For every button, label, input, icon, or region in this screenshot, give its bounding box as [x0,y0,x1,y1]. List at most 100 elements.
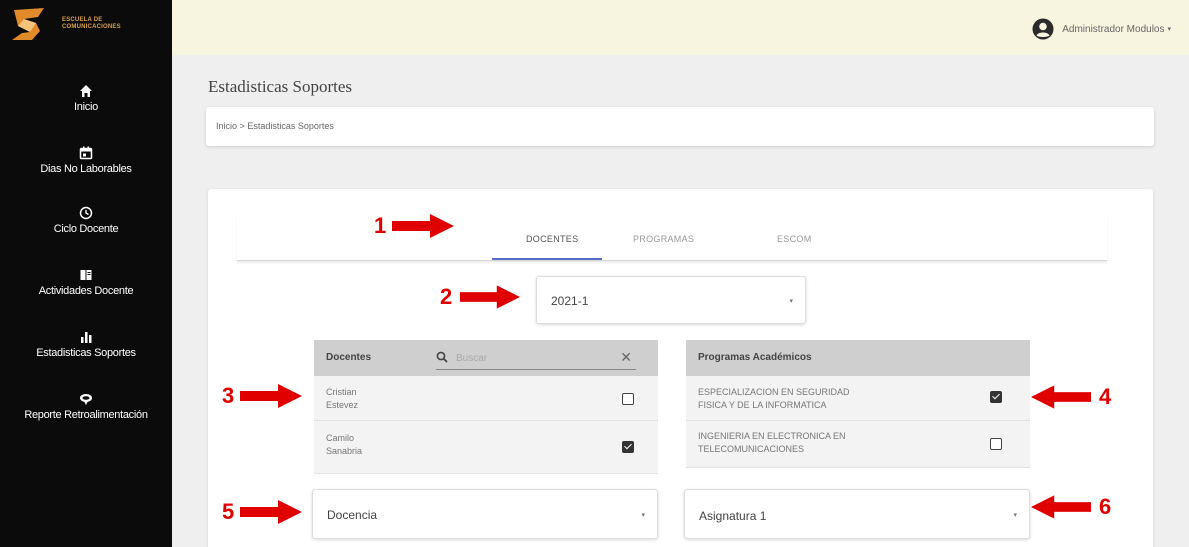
docente-name: Camilo Sanabria [326,432,362,458]
user-name: Administrador Modulos [1062,23,1165,35]
active-tab-indicator [492,258,602,260]
feedback-icon [0,390,172,406]
programa-name: ESPECIALIZACION EN SEGURIDAD FISICA Y DE… [698,386,850,412]
table-row: Camilo Sanabria [314,421,658,474]
subject-select[interactable]: Asignatura 1 ▾ [684,489,1030,539]
table-row: Cristian Estevez [314,376,658,421]
main-content: Estadisticas Soportes Inicio > Estadisti… [172,55,1189,547]
arrow-right-icon [240,384,303,408]
programa-name-line2: TELECOMUNICACIONES [698,444,805,454]
sidebar-item-label: Inicio [74,101,98,113]
annotation-number: 1 [374,213,387,238]
logo-text-line2: COMUNICACIONES [62,24,121,30]
programa-checkbox[interactable] [990,391,1002,403]
chevron-down-icon: ▾ [789,298,793,305]
docente-last-name: Sanabria [326,446,363,456]
docentes-header-label: Docentes [326,352,372,363]
docente-last-name: Estevez [326,400,359,410]
tab-programas[interactable]: PROGRAMAS [633,234,694,244]
top-bar: Administrador Modulos ▾ [172,0,1189,55]
docente-first-name: Cristian [326,387,357,397]
arrow-right-icon [392,214,455,238]
logo[interactable]: ESCUELA DE COMUNICACIONES [10,6,140,42]
subject-select-value: Asignatura 1 [699,509,767,523]
docentes-table-header: Docentes ✕ [314,340,658,376]
period-select[interactable]: 2021-1 ▾ [536,276,806,324]
annotation-number: 2 [440,284,453,309]
programa-name-line1: INGENIERIA EN ELECTRONICA EN [698,431,846,441]
arrow-right-icon [460,285,521,309]
search-icon [436,351,448,363]
tab-escom[interactable]: ESCOM [777,234,812,244]
docentes-search: ✕ [436,348,636,370]
annotation-number: 6 [1099,494,1112,519]
close-icon[interactable]: ✕ [620,350,632,364]
sidebar-item-label: Ciclo Docente [53,223,119,235]
breadcrumb-separator: > [239,121,245,131]
tab-bar: DOCENTES PROGRAMAS ESCOM [237,216,1107,261]
book-icon [0,266,172,282]
activity-select-value: Docencia [327,508,378,522]
programas-table-header: Programas Académicos [686,340,1030,376]
logo-text: ESCUELA DE COMUNICACIONES [62,17,121,31]
sidebar-item-dias-no-laborables[interactable]: Dias No Laborables [0,144,172,175]
programa-name: INGENIERIA EN ELECTRONICA EN TELECOMUNIC… [698,430,846,456]
sidebar-item-estadisticas-soportes[interactable]: Estadisticas Soportes [0,328,172,359]
home-icon [0,82,172,98]
bar-chart-icon [0,328,172,344]
breadcrumb-current: Estadisticas Soportes [247,121,334,131]
logo-mark-icon [10,7,48,41]
sidebar-item-label: Reporte Retroalimentación [24,409,148,421]
user-avatar-icon [1032,18,1054,40]
chevron-down-icon: ▾ [641,512,645,519]
docente-checkbox[interactable] [622,441,634,453]
sidebar-item-reporte-retroalimentacion[interactable]: Reporte Retroalimentación [0,390,172,421]
sidebar-item-ciclo-docente[interactable]: Ciclo Docente [0,204,172,235]
annotation-6: 6 [1031,494,1111,520]
annotation-number: 3 [222,383,235,408]
annotation-1: 1 [374,213,455,239]
arrow-right-icon [240,500,303,524]
programa-checkbox[interactable] [990,438,1002,450]
annotation-2: 2 [440,284,521,310]
programa-name-line2: FISICA Y DE LA INFORMATICA [698,400,827,410]
activity-select[interactable]: Docencia ▾ [312,489,658,539]
docente-name: Cristian Estevez [326,386,358,412]
annotation-3: 3 [222,383,303,409]
programas-table: Programas Académicos ESPECIALIZACION EN … [686,340,1030,468]
sidebar-item-label: Actividades Docente [38,285,134,297]
annotation-number: 4 [1099,384,1112,409]
chevron-down-icon: ▾ [1013,512,1017,519]
sidebar-item-actividades-docente[interactable]: Actividades Docente [0,266,172,297]
sidebar-item-label: Estadisticas Soportes [36,347,136,359]
content-card: DOCENTES PROGRAMAS ESCOM 2021-1 ▾ Docent… [208,189,1153,547]
tab-docentes[interactable]: DOCENTES [526,234,578,244]
app-window: ESCUELA DE COMUNICACIONES Inicio Dias No… [0,0,1189,547]
breadcrumb-card: Inicio > Estadisticas Soportes [206,107,1154,146]
page-title: Estadisticas Soportes [208,77,353,96]
logo-text-line1: ESCUELA DE [62,17,103,23]
programas-header-label: Programas Académicos [698,352,812,363]
arrow-left-icon [1031,385,1091,409]
docente-checkbox[interactable] [622,393,634,405]
programa-name-line1: ESPECIALIZACION EN SEGURIDAD [698,387,850,397]
breadcrumb-home-link[interactable]: Inicio [216,121,237,131]
sidebar-item-inicio[interactable]: Inicio [0,82,172,113]
search-input[interactable] [456,350,606,366]
period-select-value: 2021-1 [551,294,589,308]
docentes-table: Docentes ✕ Cristian Estevez [314,340,658,474]
annotation-5: 5 [222,499,303,525]
clock-icon [0,204,172,220]
calendar-icon [0,144,172,160]
sidebar-item-label: Dias No Laborables [40,163,132,175]
annotation-4: 4 [1031,384,1111,410]
arrow-left-icon [1031,495,1091,519]
annotation-number: 5 [222,499,235,524]
docente-first-name: Camilo [326,433,355,443]
breadcrumb: Inicio > Estadisticas Soportes [216,121,334,131]
chevron-down-icon: ▾ [1167,26,1171,33]
table-row: INGENIERIA EN ELECTRONICA EN TELECOMUNIC… [686,421,1030,468]
table-row: ESPECIALIZACION EN SEGURIDAD FISICA Y DE… [686,376,1030,421]
user-menu[interactable]: Administrador Modulos ▾ [1032,18,1171,40]
sidebar: ESCUELA DE COMUNICACIONES Inicio Dias No… [0,0,172,547]
